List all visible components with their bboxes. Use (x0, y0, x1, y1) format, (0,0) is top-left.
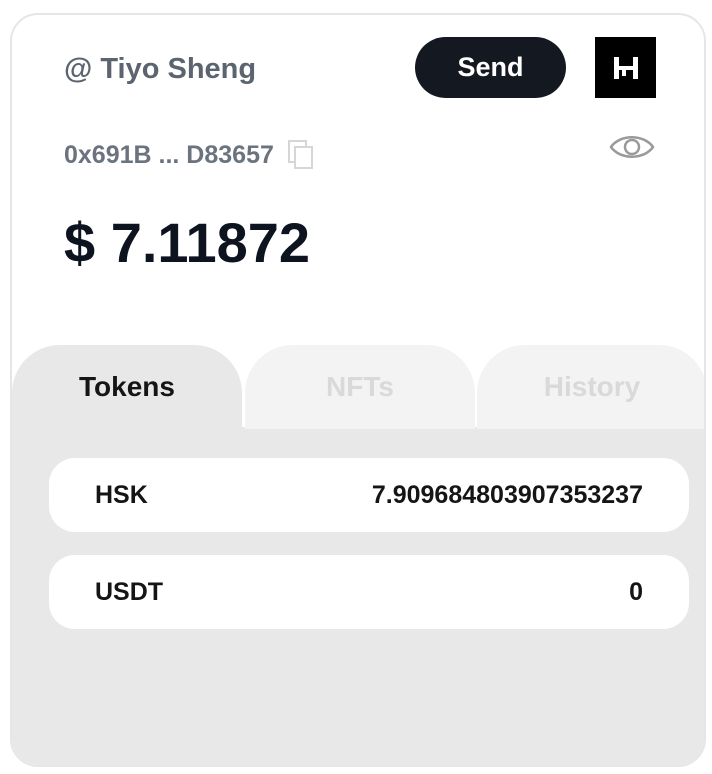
copy-icon[interactable] (287, 140, 314, 170)
token-amount: 0 (629, 577, 643, 606)
tab-nfts[interactable]: NFTs (245, 345, 475, 429)
wallet-card: @ Tiyo Sheng Send 0x691B ... D83657 $ 7.… (10, 13, 706, 767)
hashkey-logo-button[interactable] (595, 37, 656, 98)
hashkey-logo-icon (613, 56, 638, 79)
token-symbol: USDT (95, 577, 164, 606)
token-row-usdt[interactable]: USDT 0 (49, 555, 689, 629)
token-symbol: HSK (95, 480, 148, 509)
eye-icon[interactable] (608, 131, 656, 163)
tab-history[interactable]: History (477, 345, 704, 429)
username: @ Tiyo Sheng (64, 53, 257, 85)
tab-tokens[interactable]: Tokens (12, 345, 242, 429)
token-amount: 7.909684803907353237 (371, 480, 643, 509)
address-row: 0x691B ... D83657 (64, 137, 314, 173)
send-button[interactable]: Send (415, 37, 566, 98)
balance-amount: $ 7.11872 (64, 211, 311, 274)
wallet-address: 0x691B ... D83657 (64, 140, 274, 169)
token-row-hsk[interactable]: HSK 7.909684803907353237 (49, 458, 689, 532)
